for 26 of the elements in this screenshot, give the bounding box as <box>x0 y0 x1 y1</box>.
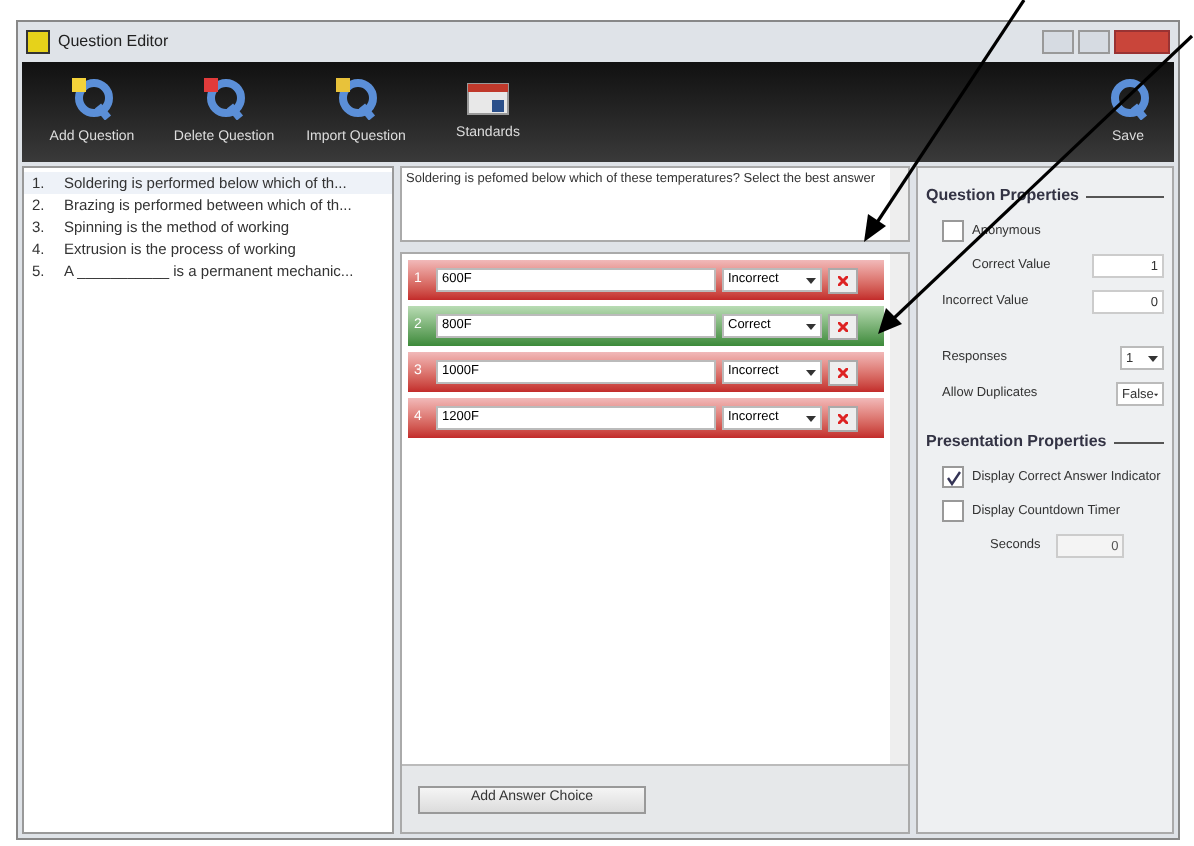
checkbox[interactable] <box>942 500 964 522</box>
close-icon <box>838 413 848 423</box>
close-icon <box>838 321 848 331</box>
caret-icon <box>806 277 816 283</box>
q-icon <box>70 75 114 120</box>
delete-answer-button[interactable] <box>828 405 858 431</box>
check-icon <box>945 469 961 485</box>
close-icon <box>838 275 848 285</box>
caret-icon <box>806 323 816 329</box>
checkbox[interactable] <box>942 466 964 488</box>
calendar-icon <box>466 79 510 116</box>
q-icon <box>334 75 378 120</box>
q-delete-icon <box>202 75 246 120</box>
caret-icon <box>1148 355 1158 361</box>
close-icon <box>838 367 848 377</box>
section-title: Presentation Properties <box>926 430 1107 454</box>
checkbox[interactable] <box>942 220 964 242</box>
q-icon <box>1106 75 1150 120</box>
caret-icon <box>806 369 816 375</box>
delete-answer-button[interactable] <box>828 313 858 339</box>
delete-answer-button[interactable] <box>828 267 858 293</box>
window-title: Question Editor <box>58 30 169 54</box>
caret-icon <box>806 415 816 421</box>
app-icon <box>26 30 50 54</box>
delete-answer-button[interactable] <box>828 359 858 385</box>
scrollbar <box>890 168 908 240</box>
